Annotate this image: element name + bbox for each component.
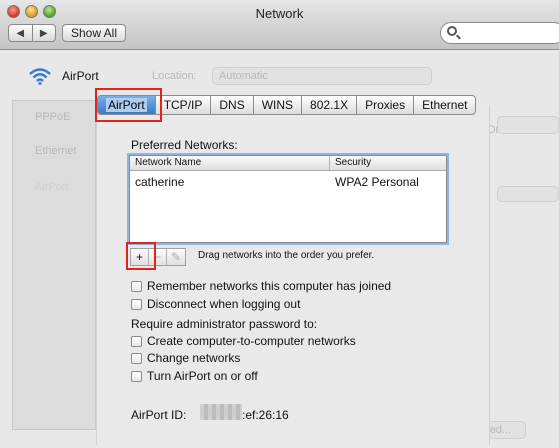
remove-network-button[interactable]: − — [149, 249, 167, 265]
checkbox-box[interactable] — [131, 298, 142, 310]
wifi-icon — [29, 68, 51, 85]
title-bar: Network ◀ ▶ Show All — [0, 0, 559, 50]
search-field[interactable] — [440, 22, 559, 44]
back-arrow-icon[interactable]: ◀ — [9, 25, 33, 41]
service-item-pppoe[interactable]: PPPoE — [35, 111, 70, 123]
location-label: Location: — [152, 70, 197, 82]
tab-bar: AirPort TCP/IP DNS WINS 802.1X Proxies E… — [97, 95, 477, 115]
show-all-button[interactable]: Show All — [62, 24, 126, 42]
tab-8021x[interactable]: 802.1X — [302, 96, 358, 114]
location-popup[interactable]: Automatic — [212, 67, 432, 85]
preferred-networks-table[interactable]: Network Name Security catherine WPA2 Per… — [129, 155, 447, 243]
tab-dns[interactable]: DNS — [211, 96, 254, 114]
checkbox-box[interactable] — [131, 280, 142, 292]
table-row[interactable]: catherine WPA2 Personal — [130, 171, 446, 189]
window-title: Network — [255, 6, 304, 21]
tab-tcpip[interactable]: TCP/IP — [156, 96, 212, 114]
drag-hint-text: Drag networks into the order you prefer. — [198, 250, 375, 261]
checkbox-box[interactable] — [131, 370, 142, 382]
tab-airport[interactable]: AirPort — [98, 96, 156, 114]
remember-networks-checkbox[interactable]: Remember networks this computer has join… — [131, 279, 391, 293]
interface-name: AirPort — [62, 69, 99, 83]
network-preferences-window: Network ◀ ▶ Show All AirPort Location: A… — [0, 0, 559, 448]
checkbox-box[interactable] — [131, 352, 142, 364]
location-value: Automatic — [219, 70, 268, 82]
add-network-button[interactable]: + — [131, 249, 149, 265]
service-item-airport[interactable]: AirPort — [35, 181, 69, 193]
security-cell: WPA2 Personal — [335, 175, 419, 189]
column-network-name[interactable]: Network Name — [130, 156, 330, 170]
column-security[interactable]: Security — [330, 156, 376, 170]
table-header: Network Name Security — [130, 156, 446, 171]
forward-arrow-icon[interactable]: ▶ — [33, 25, 56, 41]
disconnect-logout-checkbox[interactable]: Disconnect when logging out — [131, 297, 300, 311]
airport-id-label: AirPort ID: — [131, 408, 187, 422]
service-item-ethernet[interactable]: Ethernet — [35, 145, 77, 157]
tab-proxies[interactable]: Proxies — [357, 96, 415, 114]
back-forward-control: ◀ ▶ — [8, 24, 56, 42]
create-c2c-checkbox[interactable]: Create computer-to-computer networks — [131, 334, 356, 348]
search-icon — [447, 26, 457, 36]
network-list-buttons: + − ✎ — [130, 248, 186, 266]
tab-ethernet[interactable]: Ethernet — [414, 96, 475, 114]
preferred-networks-label: Preferred Networks: — [131, 138, 238, 152]
admin-password-label: Require administrator password to: — [131, 317, 318, 331]
tab-wins[interactable]: WINS — [254, 96, 303, 114]
pane-interface-header: AirPort — [28, 67, 99, 85]
turn-airport-off-button[interactable] — [497, 116, 559, 134]
checkbox-box[interactable] — [131, 335, 142, 347]
change-networks-checkbox[interactable]: Change networks — [131, 351, 240, 365]
edit-network-button[interactable]: ✎ — [167, 249, 185, 265]
service-list: PPPoE Ethernet AirPort — [12, 100, 96, 430]
network-name-cell: catherine — [135, 175, 185, 189]
network-name-popup[interactable] — [497, 186, 559, 202]
airport-id-value: :ef:26:16 — [242, 408, 289, 422]
turn-airport-checkbox[interactable]: Turn AirPort on or off — [131, 369, 258, 383]
redacted-id-mask — [200, 404, 242, 420]
